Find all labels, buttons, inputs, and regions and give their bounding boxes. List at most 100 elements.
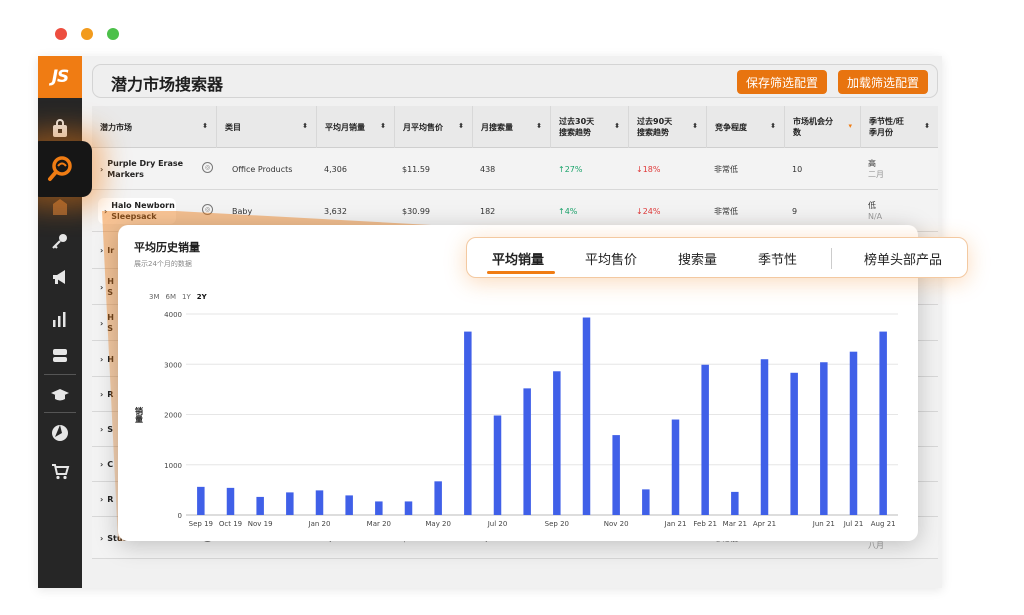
window-controls <box>55 28 119 40</box>
arrow-down-icon: ↓ <box>636 206 643 216</box>
y-tick-label: 3000 <box>164 361 182 369</box>
x-tick-label: Nov 20 <box>604 520 629 528</box>
x-tick-label: Nov 19 <box>248 520 273 528</box>
sort-icon[interactable]: ⬍ <box>770 121 776 132</box>
sort-icon[interactable]: ⬍ <box>202 121 208 132</box>
competition-cell: 非常低 <box>714 164 738 174</box>
chart-bar <box>553 371 561 515</box>
x-tick-label: Jun 21 <box>812 520 835 528</box>
chart-bar <box>731 491 739 515</box>
y-tick-label: 2000 <box>164 412 182 420</box>
x-tick-label: Mar 21 <box>723 520 747 528</box>
season-cell: 高二月 <box>868 159 884 179</box>
chart-bar <box>671 419 680 515</box>
col-price[interactable]: 月平均售价 ⬍ <box>394 106 472 148</box>
market-name[interactable]: › Purple Dry Erase Markers <box>92 148 202 190</box>
sort-desc-icon[interactable]: ▾ <box>848 121 852 132</box>
x-tick-label: Jul 21 <box>843 520 864 528</box>
close-dot[interactable] <box>55 28 67 40</box>
chevron-right-icon[interactable]: › <box>100 164 103 175</box>
maximize-dot[interactable] <box>107 28 119 40</box>
tab-avg-price[interactable]: 平均售价 <box>585 249 637 268</box>
building-icon[interactable] <box>46 194 74 220</box>
col-trend90[interactable]: 过去90天 搜索趋势 ⬍ <box>628 106 706 148</box>
save-filter-button[interactable]: 保存筛选配置 <box>737 70 827 94</box>
table-header: 潜力市场 ⬍ 类目 ⬍ 平均月销量 ⬍ 月平均售价 ⬍ 月搜索量 ⬍ 过去30天 搜索趋势… <box>92 106 938 148</box>
col-search[interactable]: 月搜索量 ⬍ <box>472 106 550 148</box>
chart-bar <box>820 362 828 515</box>
tab-search-volume[interactable]: 搜索量 <box>678 249 717 268</box>
market-name[interactable]: › Halo Newborn Sleepsack <box>98 198 176 224</box>
x-tick-label: Mar 20 <box>367 520 391 528</box>
bag-icon[interactable] <box>46 116 74 142</box>
logo[interactable]: JS <box>38 56 82 98</box>
sort-icon[interactable]: ⬍ <box>302 121 308 132</box>
x-tick-label: Jul 20 <box>487 520 508 528</box>
sort-icon[interactable]: ⬍ <box>458 121 464 132</box>
trend90-cell: ↓ 18% <box>636 164 661 174</box>
arrow-up-icon: ↑ <box>558 206 565 216</box>
sort-icon[interactable]: ⬍ <box>614 121 620 132</box>
chart-bar <box>790 372 798 515</box>
active-tab-underline <box>487 271 555 274</box>
x-tick-label: Oct 19 <box>219 520 242 528</box>
cart-icon[interactable] <box>46 458 74 484</box>
col-sales[interactable]: 平均月销量 ⬍ <box>316 106 394 148</box>
tab-divider <box>831 248 832 269</box>
bar-chart-icon[interactable] <box>46 306 74 332</box>
chart-bar <box>760 359 769 515</box>
sort-icon[interactable]: ⬍ <box>924 121 930 132</box>
megaphone-icon[interactable] <box>46 264 74 290</box>
load-filter-button[interactable]: 加载筛选配置 <box>838 70 928 94</box>
chart-bar <box>256 496 264 515</box>
chart-bar <box>523 388 531 515</box>
chevron-right-icon[interactable]: › <box>104 206 107 217</box>
key-icon[interactable] <box>46 228 74 254</box>
metric-tabs: 平均销量 平均售价 搜索量 季节性 榜单头部产品 <box>466 237 968 278</box>
chart-bar <box>434 481 442 515</box>
tab-avg-sales[interactable]: 平均销量 <box>492 249 544 268</box>
col-competition[interactable]: 竞争程度 ⬍ <box>706 106 784 148</box>
graduation-cap-icon[interactable] <box>46 382 74 408</box>
trend30-cell: ↑ 27% <box>558 164 583 174</box>
reviews-icon[interactable] <box>46 342 74 368</box>
x-tick-label: Jan 20 <box>308 520 331 528</box>
chart-bar <box>404 501 413 515</box>
page-header: 潜力市场搜索器 保存筛选配置 加载筛选配置 <box>92 64 938 98</box>
col-score[interactable]: 市场机会分 数 ▾ <box>784 106 860 148</box>
chart-bar <box>849 351 858 515</box>
x-tick-label: Sep 19 <box>189 520 213 528</box>
sidebar-divider <box>44 374 76 375</box>
col-season[interactable]: 季节性/旺 季月份 ⬍ <box>860 106 938 148</box>
chevron-right-icon[interactable]: › <box>100 533 103 544</box>
x-tick-label: Feb 21 <box>693 520 717 528</box>
arrow-up-icon: ↑ <box>558 164 565 174</box>
category-cell: Office Products <box>232 164 293 174</box>
col-trend30[interactable]: 过去30天 搜索趋势 ⬍ <box>550 106 628 148</box>
sidebar: JS <box>38 56 82 588</box>
col-category[interactable]: 类目 ⬍ <box>216 106 316 148</box>
search-cell: 438 <box>480 164 496 174</box>
tab-seasonality[interactable]: 季节性 <box>758 249 797 268</box>
x-tick-label: Sep 20 <box>545 520 569 528</box>
chart-bar <box>226 487 235 515</box>
chart-bar <box>582 317 591 515</box>
badge-icon: ◎ <box>202 204 213 215</box>
y-tick-label: 4000 <box>164 311 182 319</box>
chart-bar <box>701 364 709 515</box>
tab-top-products[interactable]: 榜单头部产品 <box>864 249 942 268</box>
chart-bar <box>464 331 472 515</box>
sort-icon[interactable]: ⬍ <box>692 121 698 132</box>
col-market[interactable]: 潜力市场 ⬍ <box>92 106 216 148</box>
chart-bar <box>879 331 887 515</box>
chart-bar <box>493 415 502 515</box>
sales-cell: 4,306 <box>324 164 347 174</box>
y-tick-label: 1000 <box>164 462 182 470</box>
minimize-dot[interactable] <box>81 28 93 40</box>
table-row[interactable]: › Purple Dry Erase Markers ◎ Office Produ… <box>92 148 938 190</box>
search-market-icon[interactable] <box>38 141 92 197</box>
badge-icon: ◎ <box>202 162 213 173</box>
aperture-icon[interactable] <box>46 420 74 446</box>
sort-icon[interactable]: ⬍ <box>536 121 542 132</box>
sort-icon[interactable]: ⬍ <box>380 121 386 132</box>
